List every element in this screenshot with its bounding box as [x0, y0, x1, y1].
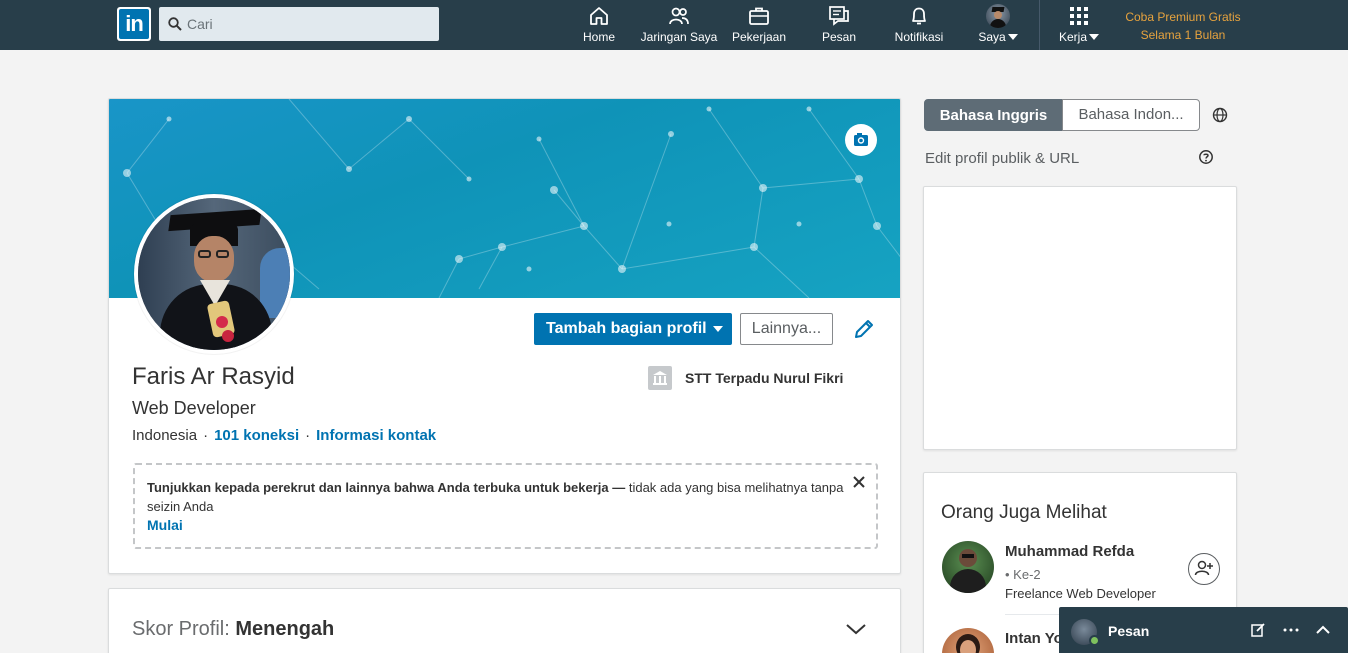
nav-notifications[interactable]: Notifikasi [890, 0, 948, 50]
profile-card: Tambah bagian profil Lainnya... Faris Ar… [108, 98, 901, 574]
help-icon[interactable] [1198, 149, 1214, 165]
nav-home-label: Home [582, 30, 615, 44]
logo-text: in [119, 9, 149, 39]
nav-network-label: Jaringan Saya [640, 30, 718, 44]
close-icon[interactable] [852, 475, 866, 489]
language-english-button[interactable]: Bahasa Inggris [924, 99, 1063, 131]
compose-icon[interactable] [1249, 621, 1267, 639]
nav-me-label: Saya [978, 30, 1006, 44]
person-name: Intan Yo [1005, 630, 1063, 647]
contact-info-link[interactable]: Informasi kontak [316, 427, 436, 444]
premium-line1: Coba Premium Gratis [1125, 10, 1241, 24]
online-status-icon [1089, 635, 1100, 646]
person-avatar [942, 628, 994, 653]
profile-location: Indonesia [132, 427, 198, 444]
chevron-down-icon [712, 326, 723, 332]
nav-jobs[interactable]: Pekerjaan [730, 0, 788, 50]
person-degree: • Ke-2 [1005, 567, 1041, 582]
edit-profile-pencil-icon[interactable] [852, 317, 876, 341]
separator-dot: · [305, 427, 311, 444]
more-button[interactable]: Lainnya... [740, 313, 833, 345]
globe-icon[interactable] [1212, 107, 1228, 123]
profile-score-title: Skor Profil: Menengah [132, 618, 334, 641]
nav-divider [1039, 0, 1040, 50]
messages-icon [829, 6, 849, 26]
profile-name: Faris Ar Rasyid [132, 363, 295, 390]
school-icon [648, 366, 672, 390]
ad-panel [923, 186, 1237, 450]
nav-messages-label: Pesan [821, 30, 857, 44]
camera-icon [854, 133, 868, 146]
nav-work-label: Kerja [1058, 30, 1087, 44]
nav-messages[interactable]: Pesan [814, 0, 864, 50]
add-profile-section-label: Tambah bagian profil [546, 320, 707, 337]
profile-score-value: Menengah [235, 618, 335, 640]
avatar [986, 4, 1010, 28]
profile-photo[interactable] [134, 194, 294, 354]
bell-icon [912, 7, 926, 25]
premium-line2: Selama 1 Bulan [1140, 28, 1226, 42]
nav-me[interactable]: Saya [973, 0, 1023, 50]
grid-icon [1070, 7, 1088, 25]
connect-button[interactable] [1188, 553, 1220, 585]
search-icon [168, 17, 182, 31]
separator-dot: · [203, 427, 209, 444]
profile-photo-image [138, 198, 290, 350]
nav-jobs-label: Pekerjaan [731, 30, 787, 44]
add-profile-section-button[interactable]: Tambah bagian profil [534, 313, 732, 345]
profile-score-card[interactable]: Skor Profil: Menengah [108, 588, 901, 653]
profile-headline: Web Developer [132, 398, 256, 418]
linkedin-logo[interactable]: in [117, 7, 151, 41]
search-input[interactable] [187, 7, 432, 41]
person-avatar [942, 541, 994, 593]
person-headline: Freelance Web Developer [1005, 586, 1156, 601]
nav-home[interactable]: Home [574, 0, 624, 50]
add-person-icon [1194, 560, 1213, 576]
chevron-down-icon [1089, 34, 1099, 40]
connections-link[interactable]: 101 koneksi [214, 427, 299, 444]
nav-network[interactable]: Jaringan Saya [640, 0, 718, 50]
briefcase-icon [749, 7, 769, 25]
open-to-work-box: Tunjukkan kepada perekrut dan lainnya ba… [133, 463, 878, 549]
profile-meta: Indonesia · 101 koneksi · Informasi kontak [132, 427, 436, 444]
premium-link[interactable]: Coba Premium Gratis Selama 1 Bulan [1118, 8, 1248, 44]
person-name: Muhammad Refda [1005, 543, 1135, 560]
open-to-work-bold: Tunjukkan kepada perekrut dan lainnya ba… [147, 480, 626, 495]
people-also-viewed-title: Orang Juga Melihat [941, 502, 1107, 523]
edit-public-profile-link[interactable]: Edit profil publik & URL [925, 150, 1079, 167]
edit-background-button[interactable] [845, 124, 877, 156]
profile-score-label: Skor Profil: [132, 618, 236, 640]
chevron-down-icon[interactable] [845, 623, 867, 635]
network-icon [669, 7, 689, 25]
language-indonesian-button[interactable]: Bahasa Indon... [1062, 99, 1200, 131]
messaging-bar[interactable]: Pesan [1059, 607, 1348, 653]
nav-notifications-label: Notifikasi [894, 30, 944, 44]
open-to-work-start-link[interactable]: Mulai [147, 517, 183, 533]
messaging-title: Pesan [1108, 623, 1150, 639]
nav-work[interactable]: Kerja [1054, 0, 1104, 50]
more-options-icon[interactable] [1282, 621, 1300, 639]
top-nav: in Home Jaringan Saya Pekerjaan Pesan No… [0, 0, 1348, 50]
chevron-down-icon [1007, 34, 1018, 40]
home-icon [590, 7, 608, 25]
school-name: STT Terpadu Nurul Fikri [685, 370, 844, 386]
search-box[interactable] [159, 7, 439, 41]
chevron-up-icon[interactable] [1314, 621, 1332, 639]
